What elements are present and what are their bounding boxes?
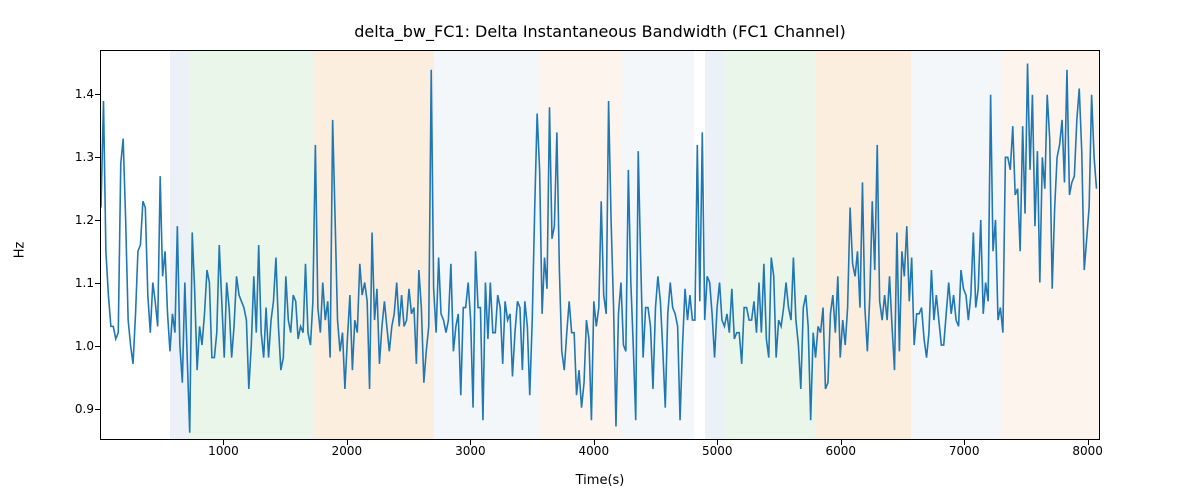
y-tick-mark (95, 283, 100, 284)
x-tick-mark (841, 440, 842, 445)
y-tick-mark (95, 157, 100, 158)
x-tick-label: 5000 (702, 444, 733, 458)
y-tick-mark (95, 346, 100, 347)
x-tick-mark (1088, 440, 1089, 445)
y-tick-label: 1.4 (60, 87, 94, 101)
x-tick-label: 8000 (1072, 444, 1103, 458)
x-tick-mark (223, 440, 224, 445)
chart-title: delta_bw_FC1: Delta Instantaneous Bandwi… (0, 22, 1200, 41)
plot-area (100, 50, 1100, 440)
chart-figure: delta_bw_FC1: Delta Instantaneous Bandwi… (0, 0, 1200, 500)
y-tick-label: 1.3 (60, 150, 94, 164)
y-tick-label: 1.1 (60, 276, 94, 290)
x-tick-label: 1000 (208, 444, 239, 458)
y-tick-mark (95, 409, 100, 410)
x-tick-label: 4000 (579, 444, 610, 458)
y-tick-label: 0.9 (60, 402, 94, 416)
x-tick-label: 2000 (332, 444, 363, 458)
x-tick-mark (594, 440, 595, 445)
x-tick-label: 7000 (949, 444, 980, 458)
y-tick-label: 1.0 (60, 339, 94, 353)
y-axis-label: Hz (13, 242, 28, 259)
y-tick-label: 1.2 (60, 213, 94, 227)
y-tick-mark (95, 220, 100, 221)
x-tick-label: 6000 (825, 444, 856, 458)
x-axis-label: Time(s) (0, 473, 1200, 488)
x-tick-mark (964, 440, 965, 445)
x-tick-label: 3000 (455, 444, 486, 458)
y-tick-mark (95, 94, 100, 95)
x-tick-mark (347, 440, 348, 445)
x-tick-mark (717, 440, 718, 445)
line-series (101, 51, 1099, 439)
x-tick-mark (470, 440, 471, 445)
